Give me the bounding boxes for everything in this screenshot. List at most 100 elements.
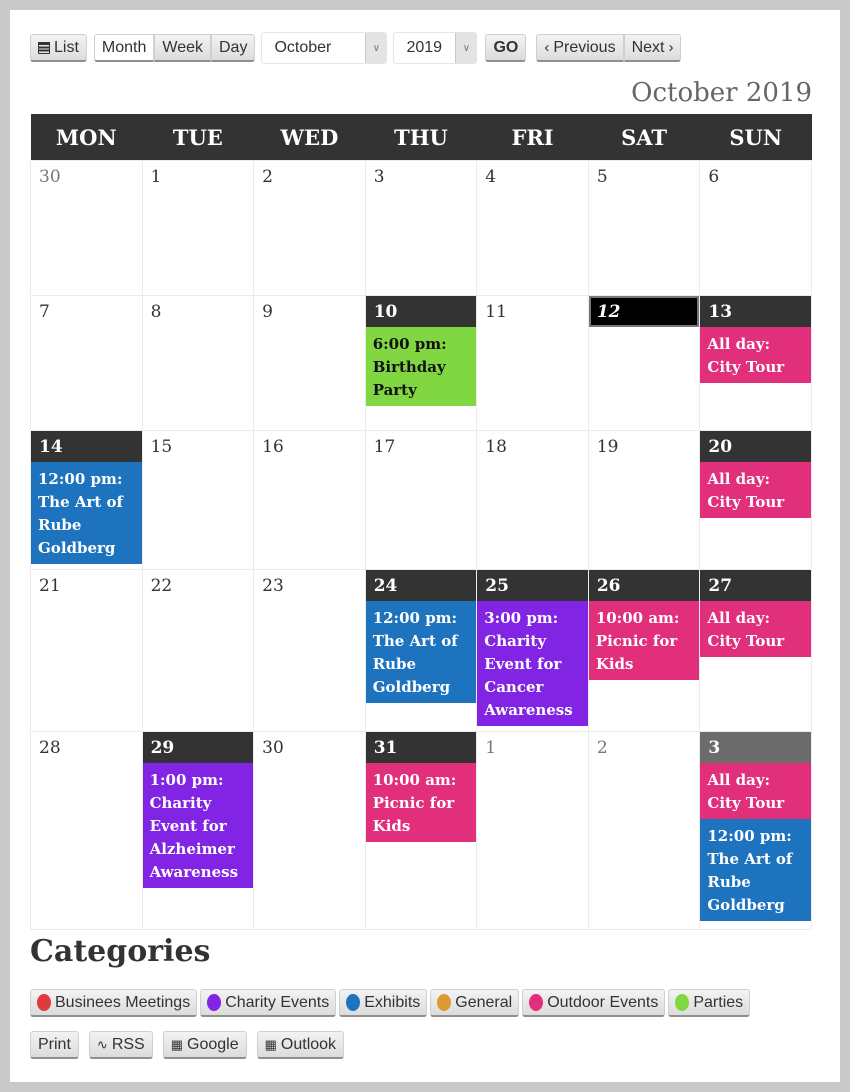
day-cell[interactable]: 21 — [30, 569, 143, 732]
calendar-event[interactable]: 3:00 pm: Charity Event for Cancer Awaren… — [477, 601, 588, 726]
day-number: 8 — [150, 302, 162, 322]
day-cell[interactable]: 27 All day: City Tour — [699, 569, 812, 732]
day-number: 28 — [39, 738, 61, 758]
day-cell[interactable]: 6 — [699, 160, 812, 296]
outlook-button[interactable]: ▦ Outlook — [256, 1031, 345, 1059]
day-cell[interactable]: 2 — [587, 731, 701, 930]
day-cell[interactable]: 10 6:00 pm: Birthday Party — [364, 295, 478, 431]
calendar-grid: MON TUE WED THU FRI SAT SUN 30 1 2 3 4 5 6 7 8 9 10 6:00 … — [30, 114, 812, 930]
year-select[interactable]: 2019 ∨ — [393, 32, 478, 64]
day-cell[interactable]: 9 — [253, 295, 366, 431]
day-cell[interactable]: 2 — [253, 160, 366, 296]
week-row: 28 29 1:00 pm: Charity Event for Alzheimer… — [30, 731, 812, 930]
calendar-event[interactable]: 12:00 pm: The Art of Rube Goldberg — [700, 819, 811, 921]
day-cell[interactable]: 8 — [141, 295, 255, 431]
next-button[interactable]: Next › — [623, 34, 682, 62]
calendar-event[interactable]: All day: City Tour — [700, 462, 811, 518]
calendar-event[interactable]: All day: City Tour — [700, 763, 811, 819]
previous-label: Previous — [553, 38, 616, 56]
day-number: 2 — [596, 738, 608, 758]
day-cell[interactable]: 30 — [253, 731, 366, 930]
category-color-dot-icon — [37, 994, 51, 1011]
month-select[interactable]: October ∨ — [261, 32, 388, 64]
day-cell[interactable]: 24 12:00 pm: The Art of Rube Goldberg — [364, 569, 478, 732]
day-cell[interactable]: 4 — [476, 160, 589, 296]
day-cell[interactable]: 13 All day: City Tour — [699, 295, 812, 431]
day-number: 9 — [262, 302, 273, 322]
day-number: 4 — [485, 167, 497, 187]
category-color-dot-icon — [346, 994, 361, 1011]
category-color-dot-icon — [437, 994, 452, 1011]
day-cell[interactable]: 14 12:00 pm: The Art of Rube Goldberg — [30, 430, 143, 570]
day-cell[interactable]: 18 — [476, 430, 589, 570]
calendar-widget: List Month Week Day October ∨ 2019 ∨ GO … — [30, 32, 812, 1059]
calendar-event[interactable]: 12:00 pm: The Art of Rube Goldberg — [31, 462, 142, 564]
day-cell[interactable]: 5 — [587, 160, 701, 296]
calendar-event[interactable]: All day: City Tour — [700, 327, 811, 383]
week-row: 21 22 23 24 12:00 pm: The Art of Rube Goldbe… — [30, 569, 812, 732]
day-number: 24 — [365, 570, 477, 601]
previous-button[interactable]: ‹ Previous — [536, 34, 624, 62]
weekday-header: SAT — [588, 114, 700, 161]
day-cell[interactable]: 29 1:00 pm: Charity Event for Alzheimer A… — [141, 731, 255, 930]
category-label: Outdoor Events — [547, 993, 659, 1011]
calendar-icon: ▦ — [170, 1036, 184, 1052]
day-cell[interactable]: 19 — [587, 430, 701, 570]
go-button[interactable]: GO — [485, 34, 527, 62]
day-number: 18 — [485, 437, 507, 457]
day-cell[interactable]: 3 — [364, 160, 478, 296]
calendar-event[interactable]: All day: City Tour — [700, 601, 811, 657]
day-cell[interactable]: 11 — [476, 295, 589, 431]
day-number: 27 — [700, 570, 811, 601]
day-cell[interactable]: 31 10:00 am: Picnic for Kids — [364, 731, 478, 930]
weekday-header: FRI — [476, 114, 589, 161]
day-cell[interactable]: 20 All day: City Tour — [699, 430, 812, 570]
day-number: 15 — [150, 437, 173, 457]
category-filter-business[interactable]: Businees Meetings — [30, 989, 198, 1017]
day-number: 31 — [365, 732, 477, 763]
category-filter-charity[interactable]: Charity Events — [200, 989, 337, 1017]
calendar-event[interactable]: 12:00 pm: The Art of Rube Goldberg — [365, 601, 477, 703]
day-number: 6 — [708, 167, 720, 187]
day-cell[interactable]: 17 — [364, 430, 478, 570]
day-cell[interactable]: 1 — [141, 160, 255, 296]
page: List Month Week Day October ∨ 2019 ∨ GO … — [10, 10, 840, 1082]
day-number: 23 — [262, 576, 284, 596]
calendar-event[interactable]: 6:00 pm: Birthday Party — [365, 327, 477, 406]
calendar-event[interactable]: 10:00 am: Picnic for Kids — [365, 763, 477, 842]
next-label: Next — [631, 38, 665, 56]
view-switcher: Month Week Day — [93, 34, 256, 62]
categories-heading: Categories — [30, 934, 211, 969]
weekday-header: SUN — [699, 114, 812, 161]
day-cell[interactable]: 7 — [30, 295, 143, 431]
category-filter-outdoor[interactable]: Outdoor Events — [522, 989, 666, 1017]
month-view-button[interactable]: Month — [93, 34, 155, 62]
week-view-button[interactable]: Week — [154, 34, 211, 62]
category-filter-general[interactable]: General — [430, 989, 520, 1017]
google-button[interactable]: ▦ Google — [162, 1031, 247, 1059]
list-view-button[interactable]: List — [30, 34, 87, 62]
calendar-event[interactable]: 10:00 am: Picnic for Kids — [588, 601, 700, 680]
day-cell[interactable]: 12 — [587, 295, 701, 431]
day-cell[interactable]: 15 — [141, 430, 255, 570]
day-number: 1 — [150, 167, 162, 187]
day-cell[interactable]: 22 — [141, 569, 255, 732]
category-label: Exhibits — [364, 993, 421, 1011]
day-view-button[interactable]: Day — [210, 34, 256, 62]
day-cell[interactable]: 16 — [253, 430, 366, 570]
day-cell[interactable]: 3 All day: City Tour 12:00 pm: The Art of … — [699, 731, 812, 930]
chevron-left-icon: ‹ — [544, 39, 550, 56]
day-cell[interactable]: 30 — [30, 160, 143, 296]
day-cell[interactable]: 1 — [476, 731, 589, 930]
day-number: 22 — [150, 576, 173, 596]
category-filter-exhibits[interactable]: Exhibits — [339, 989, 428, 1017]
day-cell[interactable]: 25 3:00 pm: Charity Event for Cancer Awar… — [476, 569, 589, 732]
day-cell[interactable]: 26 10:00 am: Picnic for Kids — [587, 569, 701, 732]
print-button[interactable]: Print — [30, 1031, 79, 1059]
day-cell[interactable]: 23 — [253, 569, 366, 732]
day-number: 26 — [588, 570, 700, 601]
calendar-event[interactable]: 1:00 pm: Charity Event for Alzheimer Awa… — [142, 763, 254, 888]
day-cell[interactable]: 28 — [30, 731, 143, 930]
category-filter-parties[interactable]: Parties — [668, 989, 751, 1017]
rss-button[interactable]: ∿ RSS — [88, 1031, 153, 1059]
